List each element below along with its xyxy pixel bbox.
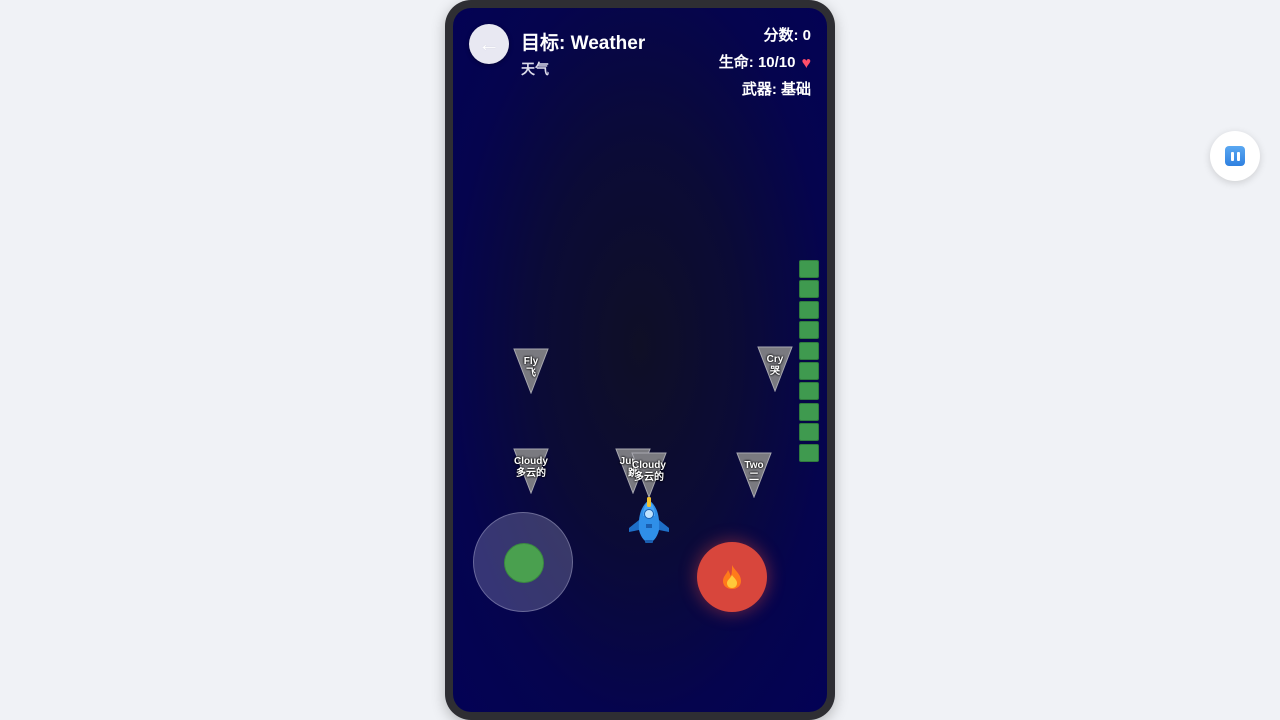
ammo-cell bbox=[799, 423, 819, 442]
target-translation: 天气 bbox=[521, 61, 549, 77]
ammo-cell bbox=[799, 402, 819, 421]
enemy-ship: Fly 飞 bbox=[513, 348, 549, 394]
enemy-label: Cloudy 多云的 bbox=[619, 460, 679, 484]
ammo-cell bbox=[799, 300, 819, 319]
game-screen[interactable]: ← 目标: Weather 天气 分数: 0 生命: 10/10 ♥ 武器: 基础… bbox=[453, 8, 827, 712]
enemy-ship: Cry 哭 bbox=[757, 346, 793, 392]
lives-row: 生命: 10/10 ♥ bbox=[719, 53, 811, 80]
ammo-cell bbox=[799, 443, 819, 462]
joystick-knob[interactable] bbox=[504, 543, 544, 583]
fire-button[interactable] bbox=[697, 542, 767, 612]
enemy-ship: Cloudy 多云的 bbox=[631, 452, 667, 498]
enemy-word: Fly bbox=[523, 356, 539, 367]
player-ship bbox=[627, 496, 671, 546]
enemy-ship: Two 二 bbox=[736, 452, 772, 498]
enemy-translation: 哭 bbox=[770, 366, 780, 377]
enemy-word: Cry bbox=[766, 354, 784, 365]
ammo-cell bbox=[799, 280, 819, 299]
enemy-label: Fly 飞 bbox=[501, 356, 561, 380]
back-arrow-icon: ← bbox=[478, 31, 500, 56]
weapon-display: 武器: 基础 bbox=[741, 81, 811, 98]
enemy-label: Two 二 bbox=[724, 460, 784, 484]
rocket-icon bbox=[629, 497, 669, 543]
enemy-word: Cloudy bbox=[632, 460, 666, 471]
enemy-translation: 二 bbox=[749, 472, 759, 483]
enemy-translation: 多云的 bbox=[516, 468, 546, 479]
heart-icon: ♥ bbox=[801, 55, 812, 72]
enemy-word: Cloudy bbox=[514, 456, 548, 467]
ammo-cell bbox=[799, 321, 819, 340]
target-title: 目标: Weather bbox=[521, 33, 646, 54]
enemy-ship: Cloudy 多云的 bbox=[513, 448, 549, 494]
stage: ← 目标: Weather 天气 分数: 0 生命: 10/10 ♥ 武器: 基础… bbox=[0, 0, 1280, 720]
joystick[interactable] bbox=[473, 512, 573, 612]
pause-icon bbox=[1225, 146, 1245, 166]
enemy-translation: 飞 bbox=[526, 368, 536, 379]
back-button[interactable]: ← bbox=[469, 24, 509, 64]
phone-frame: ← 目标: Weather 天气 分数: 0 生命: 10/10 ♥ 武器: 基础… bbox=[445, 0, 835, 720]
ammo-cell bbox=[799, 260, 819, 278]
enemy-label: Cry 哭 bbox=[745, 354, 805, 378]
ammo-cell bbox=[799, 382, 819, 401]
pause-button[interactable] bbox=[1210, 131, 1260, 181]
enemy-translation: 多云的 bbox=[634, 472, 664, 483]
flame-icon bbox=[723, 565, 741, 589]
enemy-word: Two bbox=[744, 460, 764, 471]
enemy-label: Cloudy 多云的 bbox=[501, 456, 561, 480]
hud: 分数: 0 生命: 10/10 ♥ 武器: 基础 bbox=[719, 26, 811, 107]
score-display: 分数: 0 bbox=[763, 27, 811, 44]
lives-display: 生命: 10/10 bbox=[718, 54, 796, 71]
